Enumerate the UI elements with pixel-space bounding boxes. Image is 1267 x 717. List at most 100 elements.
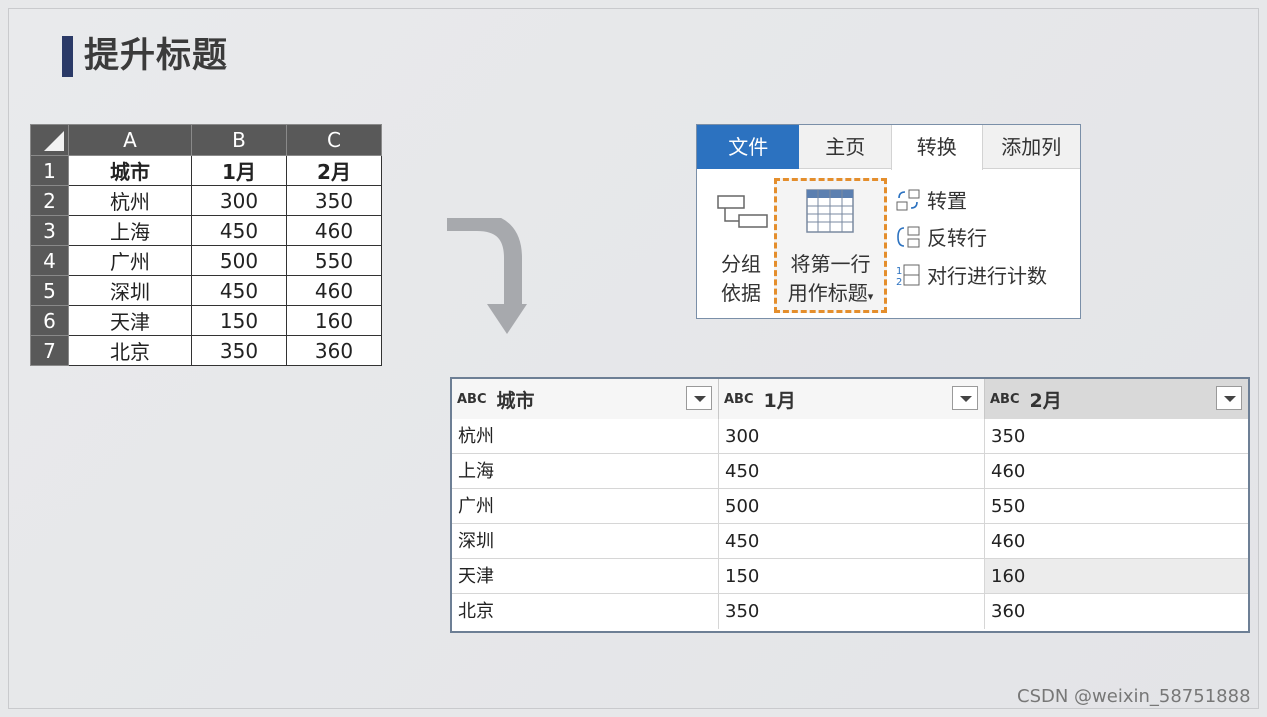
svg-text:2: 2 xyxy=(896,277,902,288)
cell[interactable]: 杭州 xyxy=(68,185,192,216)
watermark: CSDN @weixin_58751888 xyxy=(1017,686,1251,707)
excel-sheet: A B C 1 城市 1月 2月 2 杭州 300 350 3 上海 450 4… xyxy=(30,124,382,366)
col-header-b[interactable]: B xyxy=(191,124,287,156)
column-filter-dropdown[interactable] xyxy=(952,386,978,410)
table-cell[interactable]: 500 xyxy=(719,489,985,523)
cell[interactable]: 350 xyxy=(191,335,287,366)
sheet-row: 2 杭州 300 350 xyxy=(30,185,382,216)
cell[interactable]: 550 xyxy=(286,245,382,276)
cell[interactable]: 1月 xyxy=(191,155,287,186)
table-cell[interactable]: 550 xyxy=(985,489,1248,523)
promote-label-2: 用作标题▾ xyxy=(787,281,874,305)
table-cell[interactable]: 460 xyxy=(985,524,1248,558)
tab-home[interactable]: 主页 xyxy=(799,125,891,169)
table-icon xyxy=(806,189,854,233)
table-cell[interactable]: 150 xyxy=(719,559,985,593)
table-cell[interactable]: 460 xyxy=(985,454,1248,488)
cell[interactable]: 460 xyxy=(286,275,382,306)
sheet-row: 6 天津 150 160 xyxy=(30,305,382,336)
column-header-city[interactable]: ABC 城市 xyxy=(452,379,719,419)
reverse-rows-icon xyxy=(897,226,920,247)
row-header[interactable]: 5 xyxy=(30,275,69,306)
tab-transform[interactable]: 转换 xyxy=(890,125,983,170)
table-cell[interactable]: 北京 xyxy=(452,594,719,629)
table-row: 广州 500 550 xyxy=(452,489,1248,524)
cell[interactable]: 450 xyxy=(191,275,287,306)
text-type-icon[interactable]: ABC xyxy=(724,392,754,407)
cell[interactable]: 350 xyxy=(286,185,382,216)
select-all-corner[interactable] xyxy=(30,124,69,156)
cell[interactable]: 160 xyxy=(286,305,382,336)
column-filter-dropdown[interactable] xyxy=(1216,386,1242,410)
text-type-icon[interactable]: ABC xyxy=(457,392,487,407)
cell[interactable]: 天津 xyxy=(68,305,192,336)
promote-label-1: 将第一行 xyxy=(790,252,871,276)
table-cell[interactable]: 450 xyxy=(719,454,985,488)
row-header[interactable]: 2 xyxy=(30,185,69,216)
cell[interactable]: 北京 xyxy=(68,335,192,366)
table-cell[interactable]: 450 xyxy=(719,524,985,558)
table-cell[interactable]: 深圳 xyxy=(452,524,719,558)
tab-add-column[interactable]: 添加列 xyxy=(983,125,1080,169)
count-rows-icon: 1 2 xyxy=(896,264,920,288)
title-accent-bar xyxy=(62,36,73,77)
count-rows-label: 对行进行计数 xyxy=(927,264,1047,288)
cell[interactable]: 500 xyxy=(191,245,287,276)
transpose-button[interactable]: 转置 xyxy=(895,185,967,214)
cell[interactable]: 150 xyxy=(191,305,287,336)
table-cell[interactable]: 350 xyxy=(719,594,985,629)
row-header[interactable]: 7 xyxy=(30,335,69,366)
tab-file[interactable]: 文件 xyxy=(697,125,800,169)
cell[interactable]: 460 xyxy=(286,215,382,246)
sheet-row: 4 广州 500 550 xyxy=(30,245,382,276)
row-header[interactable]: 6 xyxy=(30,305,69,336)
column-header-label: 城市 xyxy=(496,389,535,412)
cell[interactable]: 450 xyxy=(191,215,287,246)
group-by-icon[interactable] xyxy=(717,195,769,231)
reverse-rows-button[interactable]: 反转行 xyxy=(895,222,987,251)
cell[interactable]: 300 xyxy=(191,185,287,216)
count-rows-button[interactable]: 1 2 对行进行计数 xyxy=(895,260,1047,289)
column-filter-dropdown[interactable] xyxy=(686,386,712,410)
group-by-label-2[interactable]: 依据 xyxy=(721,277,761,306)
cell[interactable]: 上海 xyxy=(68,215,192,246)
table-row: 北京 350 360 xyxy=(452,594,1248,629)
table-cell[interactable]: 350 xyxy=(985,419,1248,453)
sheet-row: 5 深圳 450 460 xyxy=(30,275,382,306)
transpose-label: 转置 xyxy=(927,189,967,213)
cell[interactable]: 2月 xyxy=(286,155,382,186)
dropdown-caret-icon[interactable]: ▾ xyxy=(868,290,874,303)
reverse-rows-label: 反转行 xyxy=(927,226,987,250)
table-cell[interactable]: 300 xyxy=(719,419,985,453)
table-cell[interactable]: 160 xyxy=(985,559,1248,593)
sheet-row: 1 城市 1月 2月 xyxy=(30,155,382,186)
text-type-icon[interactable]: ABC xyxy=(990,392,1020,407)
table-row: 上海 450 460 xyxy=(452,454,1248,489)
group-by-label-1[interactable]: 分组 xyxy=(721,248,761,277)
cell[interactable]: 城市 xyxy=(68,155,192,186)
row-header[interactable]: 4 xyxy=(30,245,69,276)
sheet-row: 3 上海 450 460 xyxy=(30,215,382,246)
query-header-row: ABC 城市 ABC 1月 ABC 2月 xyxy=(452,379,1248,419)
row-header[interactable]: 3 xyxy=(30,215,69,246)
table-row: 天津 150 160 xyxy=(452,559,1248,594)
table-row: 深圳 450 460 xyxy=(452,524,1248,559)
ribbon-tabs: 文件 主页 转换 添加列 xyxy=(697,125,1080,170)
table-cell[interactable]: 360 xyxy=(985,594,1248,629)
sheet-row: 7 北京 350 360 xyxy=(30,335,382,366)
table-cell[interactable]: 广州 xyxy=(452,489,719,523)
cell[interactable]: 360 xyxy=(286,335,382,366)
page-title: 提升标题 xyxy=(84,36,229,76)
column-header-label: 2月 xyxy=(1029,389,1062,412)
col-header-c[interactable]: C xyxy=(286,124,382,156)
table-cell[interactable]: 天津 xyxy=(452,559,719,593)
column-header-feb[interactable]: ABC 2月 xyxy=(985,379,1248,419)
table-cell[interactable]: 杭州 xyxy=(452,419,719,453)
col-header-a[interactable]: A xyxy=(68,124,192,156)
use-first-row-as-headers-button[interactable]: 将第一行 用作标题▾ xyxy=(774,178,887,313)
table-cell[interactable]: 上海 xyxy=(452,454,719,488)
cell[interactable]: 深圳 xyxy=(68,275,192,306)
row-header[interactable]: 1 xyxy=(30,155,69,186)
cell[interactable]: 广州 xyxy=(68,245,192,276)
column-header-jan[interactable]: ABC 1月 xyxy=(719,379,985,419)
